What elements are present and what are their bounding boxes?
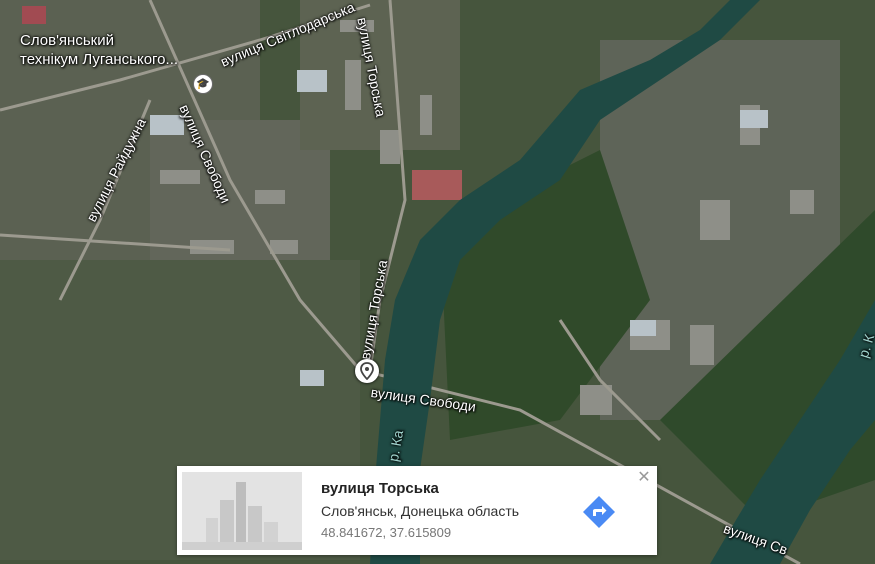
place-coordinates: 48.841672, 37.615809 (321, 525, 452, 540)
street-view-thumbnail[interactable] (182, 472, 302, 550)
poi-name-line2: технікум Луганського... (20, 51, 179, 68)
location-pin-icon[interactable] (355, 359, 379, 383)
place-address: Слов'янськ, Донецька область (321, 503, 520, 519)
poi-name-line1: Слов'янський (20, 32, 114, 49)
building-placeholder-icon (182, 472, 302, 550)
close-icon[interactable]: ✕ (636, 470, 652, 486)
directions-button[interactable] (581, 494, 617, 530)
place-info-card[interactable]: вулиця Торська Слов'янськ, Донецька обла… (177, 466, 657, 555)
school-icon[interactable]: 🎓 (193, 74, 213, 94)
place-title: вулиця Торська (321, 480, 439, 497)
directions-icon (583, 496, 615, 528)
poi-label[interactable]: Слов'янський технікум Луганського... (20, 31, 178, 69)
